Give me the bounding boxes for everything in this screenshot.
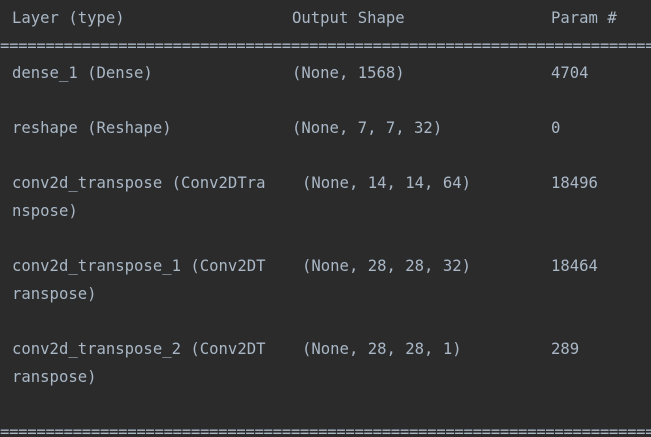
layer-name-continued: nspose) xyxy=(12,202,78,220)
layer-name: conv2d_transpose (Conv2DTra xyxy=(12,174,266,192)
table-row: reshape (Reshape) (None, 7, 7, 32) 0 xyxy=(0,115,651,143)
header-param-count: Param # xyxy=(551,9,617,27)
separator-bottom: ========================================… xyxy=(0,423,651,437)
output-shape: (None, 1568) xyxy=(292,64,405,82)
param-count: 4704 xyxy=(551,64,589,82)
output-shape: (None, 28, 28, 1) xyxy=(302,340,462,358)
table-row: dense_1 (Dense) (None, 1568) 4704 xyxy=(0,60,651,88)
layer-name: conv2d_transpose_2 (Conv2DT xyxy=(12,340,266,358)
header-output-shape: Output Shape xyxy=(292,9,405,27)
header-layer-type: Layer (type) xyxy=(12,9,125,27)
layer-name-continued: ranspose) xyxy=(12,368,97,386)
param-count: 289 xyxy=(551,340,580,358)
table-row: conv2d_transpose (Conv2DTra (None, 14, 1… xyxy=(0,170,651,198)
output-shape: (None, 14, 14, 64) xyxy=(302,174,471,192)
table-row: conv2d_transpose_2 (Conv2DT (None, 28, 2… xyxy=(0,336,651,364)
separator-top: ========================================… xyxy=(0,37,651,55)
param-count: 18496 xyxy=(551,174,598,192)
layer-name: conv2d_transpose_1 (Conv2DT xyxy=(12,257,266,275)
param-count: 0 xyxy=(551,119,561,137)
table-row-continuation: nspose) xyxy=(0,198,651,226)
layer-name-continued: ranspose) xyxy=(12,285,97,303)
model-summary-output: Layer (type) Output Shape Param # ======… xyxy=(0,0,651,437)
table-row-continuation: ranspose) xyxy=(0,281,651,309)
summary-header: Layer (type) Output Shape Param # xyxy=(0,5,651,33)
layer-name: dense_1 (Dense) xyxy=(12,64,153,82)
table-row-continuation: ranspose) xyxy=(0,364,651,392)
output-shape: (None, 28, 28, 32) xyxy=(302,257,471,275)
output-shape: (None, 7, 7, 32) xyxy=(292,119,443,137)
layer-name: reshape (Reshape) xyxy=(12,119,172,137)
table-row: conv2d_transpose_1 (Conv2DT (None, 28, 2… xyxy=(0,253,651,281)
param-count: 18464 xyxy=(551,257,598,275)
